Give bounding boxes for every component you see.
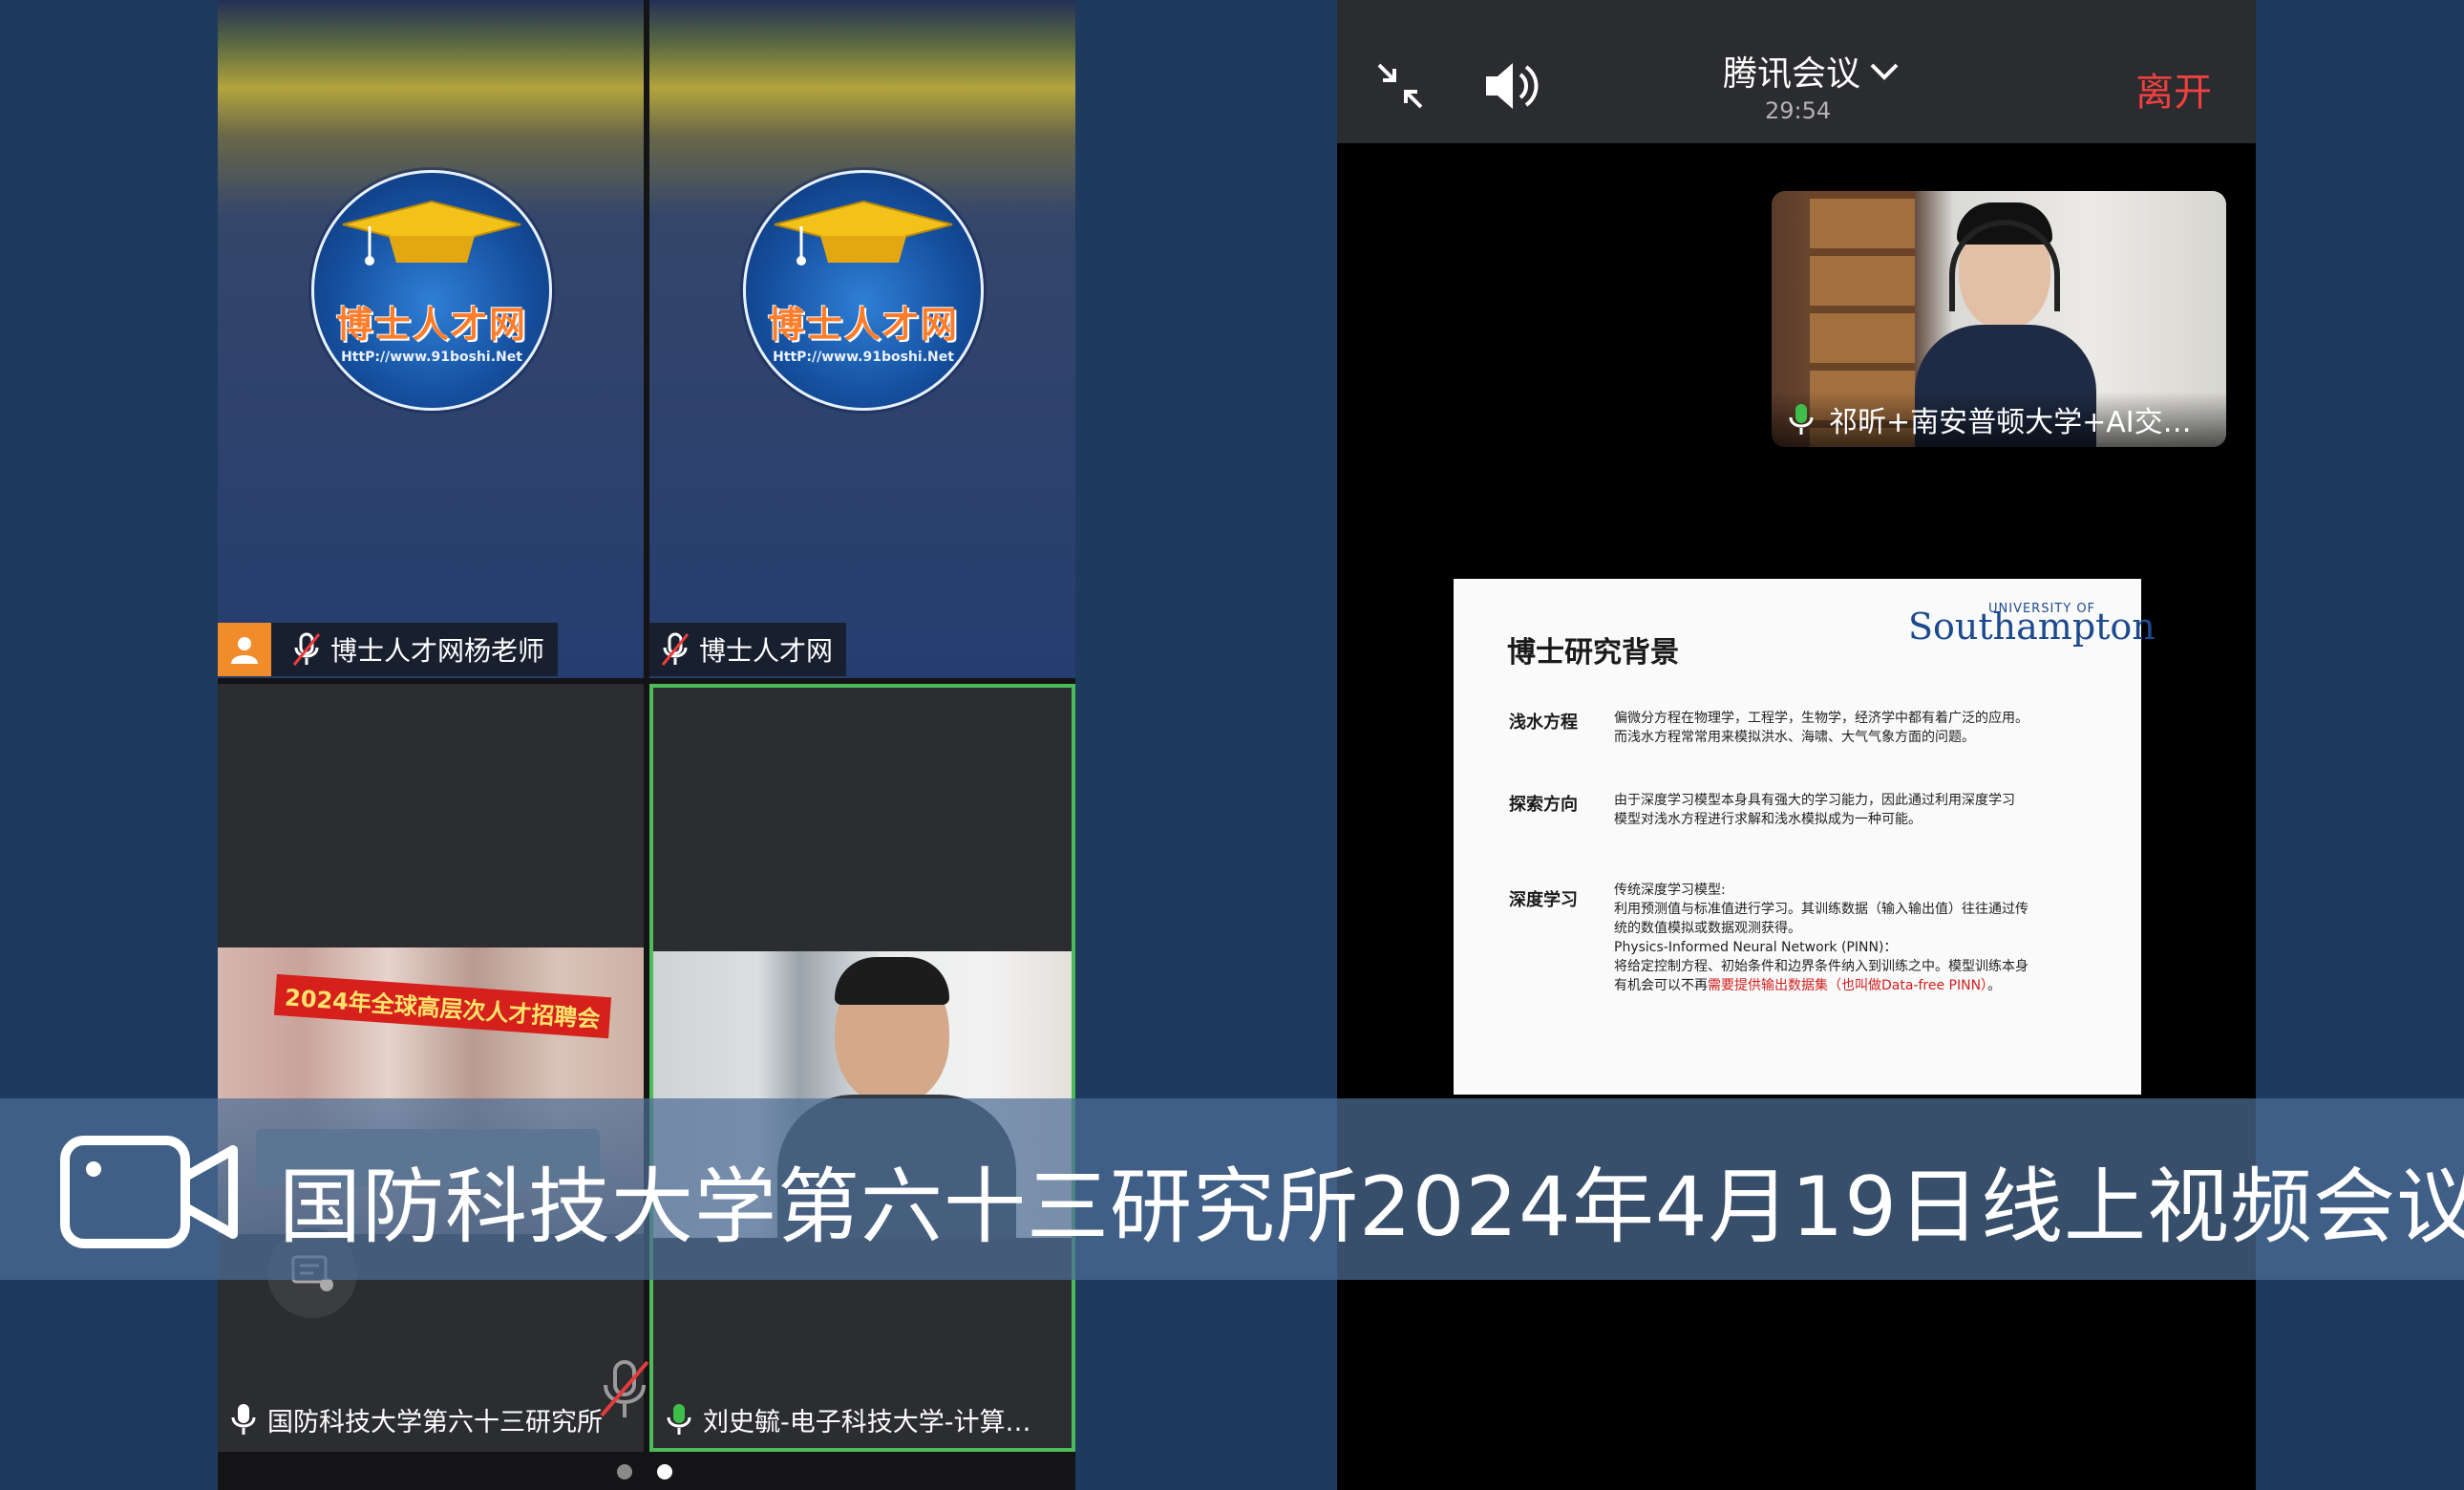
speaker-name: 祁昕+南安普顿大学+AI交… <box>1829 406 2192 439</box>
participant-name-tag: 刘史毓-电子科技大学-计算… <box>653 1393 1072 1446</box>
section-text: 传统深度学习模型: 利用预测值与标准值进行学习。其训练数据（输入输出值）往往通过… <box>1614 883 2029 993</box>
boshi-logo: 博士人才网 HttP://www.91boshi.Net <box>311 170 552 411</box>
participant-name-tag: 博士人才网杨老师 <box>218 623 559 676</box>
mic-icon <box>231 1404 256 1435</box>
slide-title: 博士研究背景 <box>1507 636 1679 670</box>
event-banner: 2024年全球高层次人才招聘会 <box>273 973 611 1039</box>
page-dot-active[interactable] <box>657 1464 672 1479</box>
meeting-header: 腾讯会议 29:54 离开 <box>1337 0 2256 143</box>
section-text: 由于深度学习模型本身具有强大的学习能力，因此通过利用深度学习 模型对浅水方程进行… <box>1614 793 2015 827</box>
participant-name: 博士人才网 <box>699 635 834 667</box>
section-heading: 深度学习 <box>1509 890 1578 910</box>
person-hair <box>835 957 949 1005</box>
meeting-timer: 29:54 <box>1765 97 1832 124</box>
logo-url: HttP://www.91boshi.Net <box>773 350 954 365</box>
meeting-title-dropdown[interactable]: 腾讯会议 <box>1723 46 1901 96</box>
meeting-title: 腾讯会议 <box>1723 54 1861 94</box>
chevron-down-icon <box>1870 63 1899 80</box>
speaker-icon[interactable] <box>1482 59 1540 113</box>
mic-muted-icon[interactable] <box>596 1356 653 1423</box>
mic-muted-icon <box>292 632 321 666</box>
user-avatar-icon <box>218 623 271 676</box>
logo-url: HttP://www.91boshi.Net <box>341 350 522 365</box>
mic-active-icon <box>1789 404 1814 435</box>
caption-text: 国防科技大学第六十三研究所2024年4月19日线上视频会议 <box>279 1160 2464 1255</box>
minimize-icon[interactable] <box>1373 59 1427 113</box>
participant-name: 刘史毓-电子科技大学-计算… <box>703 1407 1031 1437</box>
video-tile-3[interactable]: 2024年全球高层次人才招聘会 国防科技大学第六十三研究所 <box>218 684 644 1452</box>
leave-button[interactable]: 离开 <box>2135 61 2212 117</box>
section-text: 偏微分方程在物理学，工程学，生物学，经济学中都有着广泛的应用。 而浅水方程常常用… <box>1614 711 2029 745</box>
logo-text: 博士人才网 <box>767 304 959 346</box>
southampton-logo: Southampton <box>1908 606 2156 648</box>
shared-slide: 博士研究背景 UNIVERSITY OF Southampton 浅水方程 偏微… <box>1454 579 2156 1095</box>
meeting-main-view: 祁昕+南安普顿大学+AI交… 博士研究背景 UNIVERSITY OF Sout… <box>1337 143 2256 1490</box>
graduation-cap-icon <box>342 200 521 266</box>
boshi-logo: 博士人才网 HttP://www.91boshi.Net <box>743 170 984 411</box>
graduation-cap-icon <box>774 200 953 266</box>
video-tile-2[interactable]: 博士人才网 HttP://www.91boshi.Net 博士人才网 <box>649 0 1075 678</box>
speaker-label: 祁昕+南安普顿大学+AI交… <box>1772 392 2226 447</box>
mic-muted-icon <box>661 632 690 666</box>
video-camera-icon <box>60 1136 238 1248</box>
logo-text: 博士人才网 <box>335 304 527 346</box>
section-heading: 探索方向 <box>1509 795 1578 815</box>
video-tile-1[interactable]: 博士人才网 HttP://www.91boshi.Net 博士人才网杨老师 <box>218 0 644 678</box>
participant-name: 国防科技大学第六十三研究所 <box>267 1407 603 1437</box>
participant-name-tag: 博士人才网 <box>649 623 847 676</box>
video-tile-4[interactable]: 刘史毓-电子科技大学-计算… <box>649 684 1075 1452</box>
participant-name: 博士人才网杨老师 <box>330 635 545 667</box>
participant-name-tag: 国防科技大学第六十三研究所 <box>218 1393 644 1446</box>
section-heading: 浅水方程 <box>1509 713 1578 733</box>
speaker-video-card[interactable]: 祁昕+南安普顿大学+AI交… <box>1772 191 2226 447</box>
highlight-text: 需要提供输出数据集（也叫做Data-free PINN） <box>1708 978 1988 993</box>
mic-active-icon <box>667 1404 691 1435</box>
page-dot[interactable] <box>617 1464 632 1479</box>
